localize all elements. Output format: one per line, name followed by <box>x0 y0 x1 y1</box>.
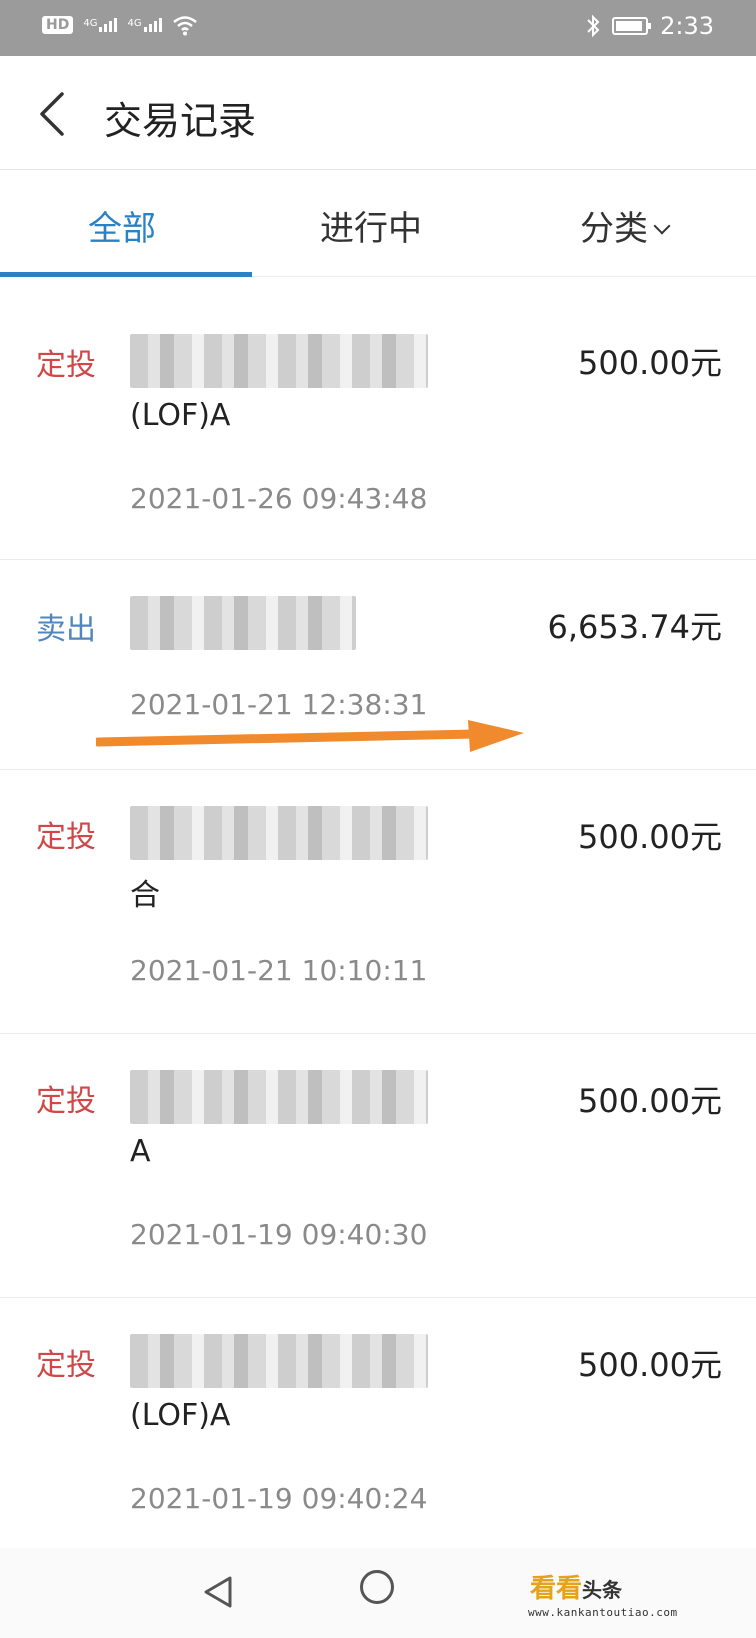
hd-badge: HD <box>42 16 74 34</box>
transaction-amount: 6,653.74元 <box>547 608 722 646</box>
nav-back-triangle-icon[interactable] <box>200 1574 236 1610</box>
transaction-amount: 500.00元 <box>578 344 722 382</box>
tab-bar: 全部 进行中 分类 <box>0 171 756 277</box>
tab-active-indicator <box>0 272 252 277</box>
transaction-amount: 500.00元 <box>578 818 722 856</box>
status-bar: HD 4G 4G 2:33 <box>0 0 756 56</box>
transaction-list: 定投 (LOF)A 2021-01-26 09:43:48 500.00元 卖出… <box>0 296 756 1562</box>
transaction-type: 定投 <box>36 1084 96 1119</box>
page-title: 交易记录 <box>104 99 257 143</box>
system-nav-bar: 看看头条 www.kankantoutiao.com <box>0 1548 756 1638</box>
tab-in-progress[interactable]: 进行中 <box>320 201 422 250</box>
transaction-row[interactable]: 定投 (LOF)A 2021-01-19 09:40:24 500.00元 <box>0 1298 756 1562</box>
status-right: 2:33 <box>586 12 714 40</box>
transaction-time: 2021-01-21 10:10:11 <box>130 954 428 987</box>
transaction-time: 2021-01-19 09:40:24 <box>130 1482 428 1515</box>
bluetooth-icon <box>587 14 600 38</box>
fund-name-blurred <box>130 806 428 860</box>
signal-icon: 4G <box>83 18 118 32</box>
back-arrow-icon[interactable] <box>30 86 80 142</box>
battery-icon <box>612 17 652 35</box>
tab-all[interactable]: 全部 <box>88 201 156 250</box>
transaction-time: 2021-01-26 09:43:48 <box>130 482 428 515</box>
watermark-logo: 看看头条 <box>530 1574 623 1604</box>
fund-name-blurred <box>130 1070 428 1124</box>
status-time: 2:33 <box>660 12 714 40</box>
transaction-type: 定投 <box>36 820 96 855</box>
fund-name-blurred <box>130 334 428 388</box>
fund-name-suffix: (LOF)A <box>130 398 231 433</box>
wifi-icon <box>172 16 197 36</box>
status-left: HD 4G 4G <box>42 14 198 36</box>
transaction-row[interactable]: 定投 合 2021-01-21 10:10:11 500.00元 <box>0 770 756 1034</box>
signal-icon-2: 4G <box>127 18 162 32</box>
transaction-type: 定投 <box>36 348 96 383</box>
transaction-type: 卖出 <box>36 612 96 647</box>
fund-name-suffix: 合 <box>130 878 160 913</box>
transaction-time: 2021-01-21 12:38:31 <box>130 688 428 721</box>
fund-name-suffix: A <box>130 1134 151 1169</box>
tab-category-label: 分类 <box>580 209 648 249</box>
header: 交易记录 <box>0 56 756 170</box>
transaction-row[interactable]: 定投 A 2021-01-19 09:40:30 500.00元 <box>0 1034 756 1298</box>
watermark-url: www.kankantoutiao.com <box>528 1606 678 1619</box>
fund-name-suffix: (LOF)A <box>130 1398 231 1433</box>
fund-name-blurred <box>130 596 356 650</box>
transaction-row[interactable]: 定投 (LOF)A 2021-01-26 09:43:48 500.00元 <box>0 296 756 560</box>
transaction-amount: 500.00元 <box>578 1346 722 1384</box>
nav-home-circle-icon[interactable] <box>360 1570 394 1604</box>
fund-name-blurred <box>130 1334 428 1388</box>
annotation-arrow-icon <box>96 720 524 752</box>
transaction-time: 2021-01-19 09:40:30 <box>130 1218 428 1251</box>
tab-category[interactable]: 分类 <box>580 201 671 250</box>
transaction-amount: 500.00元 <box>578 1082 722 1120</box>
chevron-down-icon <box>653 217 671 235</box>
transaction-type: 定投 <box>36 1348 96 1383</box>
